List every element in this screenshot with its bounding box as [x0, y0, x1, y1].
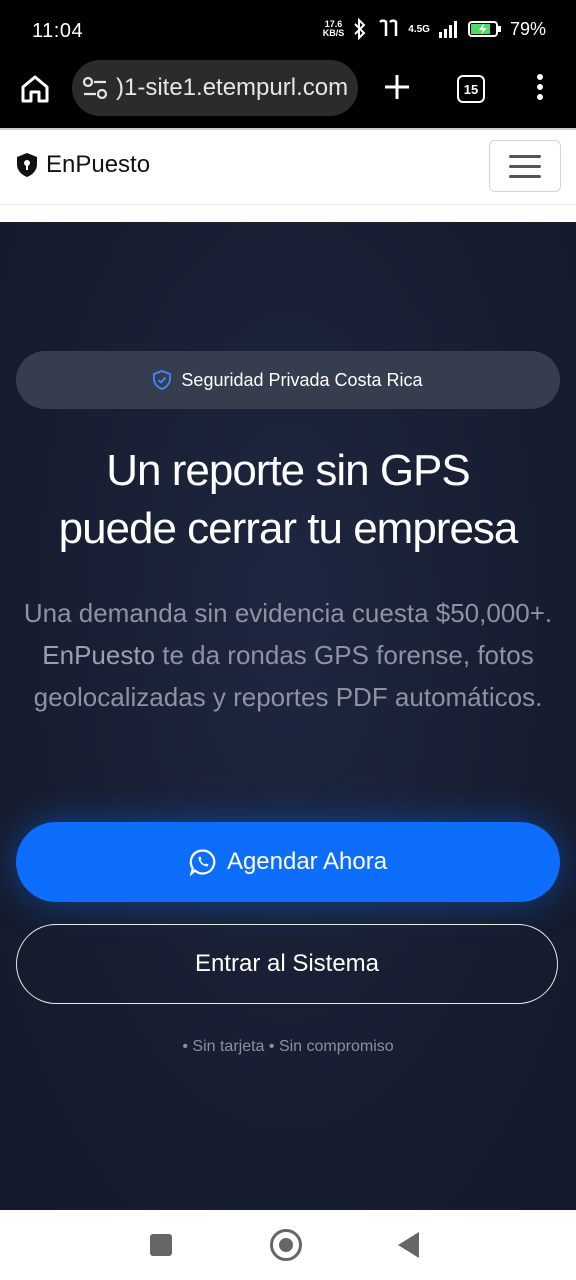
whatsapp-icon — [189, 849, 216, 876]
hamburger-line — [509, 155, 541, 158]
schedule-now-label: Agendar Ahora — [226, 848, 388, 875]
system-nav-bar — [0, 1210, 576, 1280]
brand-mention: EnPuesto — [42, 640, 156, 670]
status-bar: 11:04 17.6 KB/S 4.5G 79% — [0, 0, 576, 58]
recents-icon[interactable] — [150, 1234, 172, 1256]
home-nav-icon[interactable] — [270, 1229, 302, 1261]
bluetooth-icon — [354, 18, 366, 40]
brand-name: EnPuesto — [46, 151, 151, 178]
login-label: Entrar al Sistema — [194, 950, 380, 977]
schedule-now-button[interactable]: Agendar Ahora — [16, 822, 560, 902]
status-icons: 17.6 KB/S 4.5G 79% — [323, 18, 546, 40]
home-icon[interactable] — [18, 72, 52, 106]
hero-section: Seguridad Privada Costa Rica Un reporte … — [0, 222, 576, 1210]
tab-switcher-button[interactable]: 15 — [457, 75, 485, 103]
network-type: 4.5G — [408, 23, 430, 35]
region-badge: Seguridad Privada Costa Rica — [16, 351, 560, 409]
address-bar[interactable]: )1-site1.etempurl.com — [72, 60, 358, 116]
clock: 11:04 — [32, 20, 84, 42]
brand[interactable]: EnPuesto — [16, 151, 150, 179]
browser-toolbar: )1-site1.etempurl.com 15 — [0, 58, 576, 128]
shield-check-icon — [153, 370, 172, 390]
shield-lock-icon — [17, 153, 37, 177]
hero-footnote: • Sin tarjeta • Sin compromiso — [182, 1038, 394, 1055]
more-menu-icon[interactable] — [530, 72, 550, 102]
site-settings-icon[interactable] — [82, 76, 108, 100]
back-icon[interactable] — [398, 1232, 419, 1258]
network-speed: 17.6 KB/S — [322, 19, 345, 38]
site-navbar: EnPuesto — [0, 128, 576, 205]
menu-toggle-button[interactable] — [489, 140, 561, 192]
earbuds-icon — [379, 19, 398, 36]
battery-percent: 79% — [509, 18, 546, 39]
signal-icon — [438, 21, 457, 38]
hero-headline: Un reporte sin GPS puede cerrar tu empre… — [58, 446, 519, 553]
hamburger-line — [509, 175, 541, 178]
login-button[interactable]: Entrar al Sistema — [16, 924, 558, 1004]
badge-text: Seguridad Privada Costa Rica — [181, 369, 423, 390]
battery-icon — [467, 21, 501, 37]
hero-description: Una demanda sin evidencia cuesta $50,000… — [23, 598, 553, 712]
hamburger-line — [509, 165, 541, 168]
url-text[interactable]: )1-site1.etempurl.com — [116, 74, 348, 102]
new-tab-icon[interactable] — [382, 72, 412, 102]
